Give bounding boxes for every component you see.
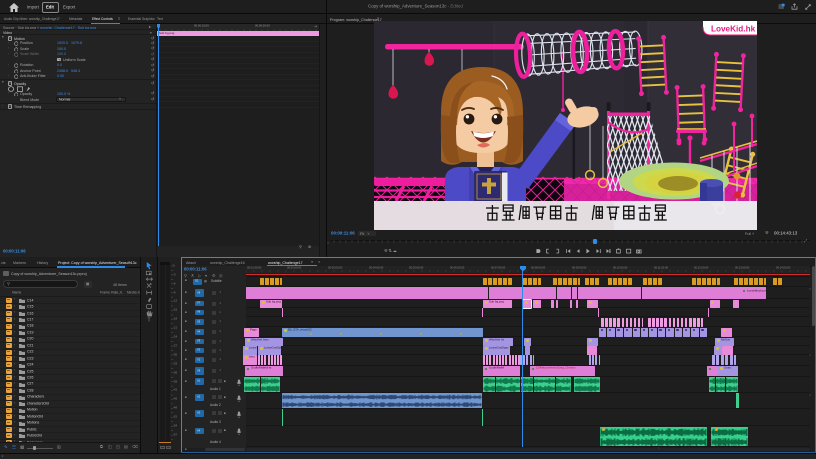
svg-text:LoveKid.hk: LoveKid.hk (711, 25, 756, 34)
svg-text:T: T (147, 317, 151, 321)
